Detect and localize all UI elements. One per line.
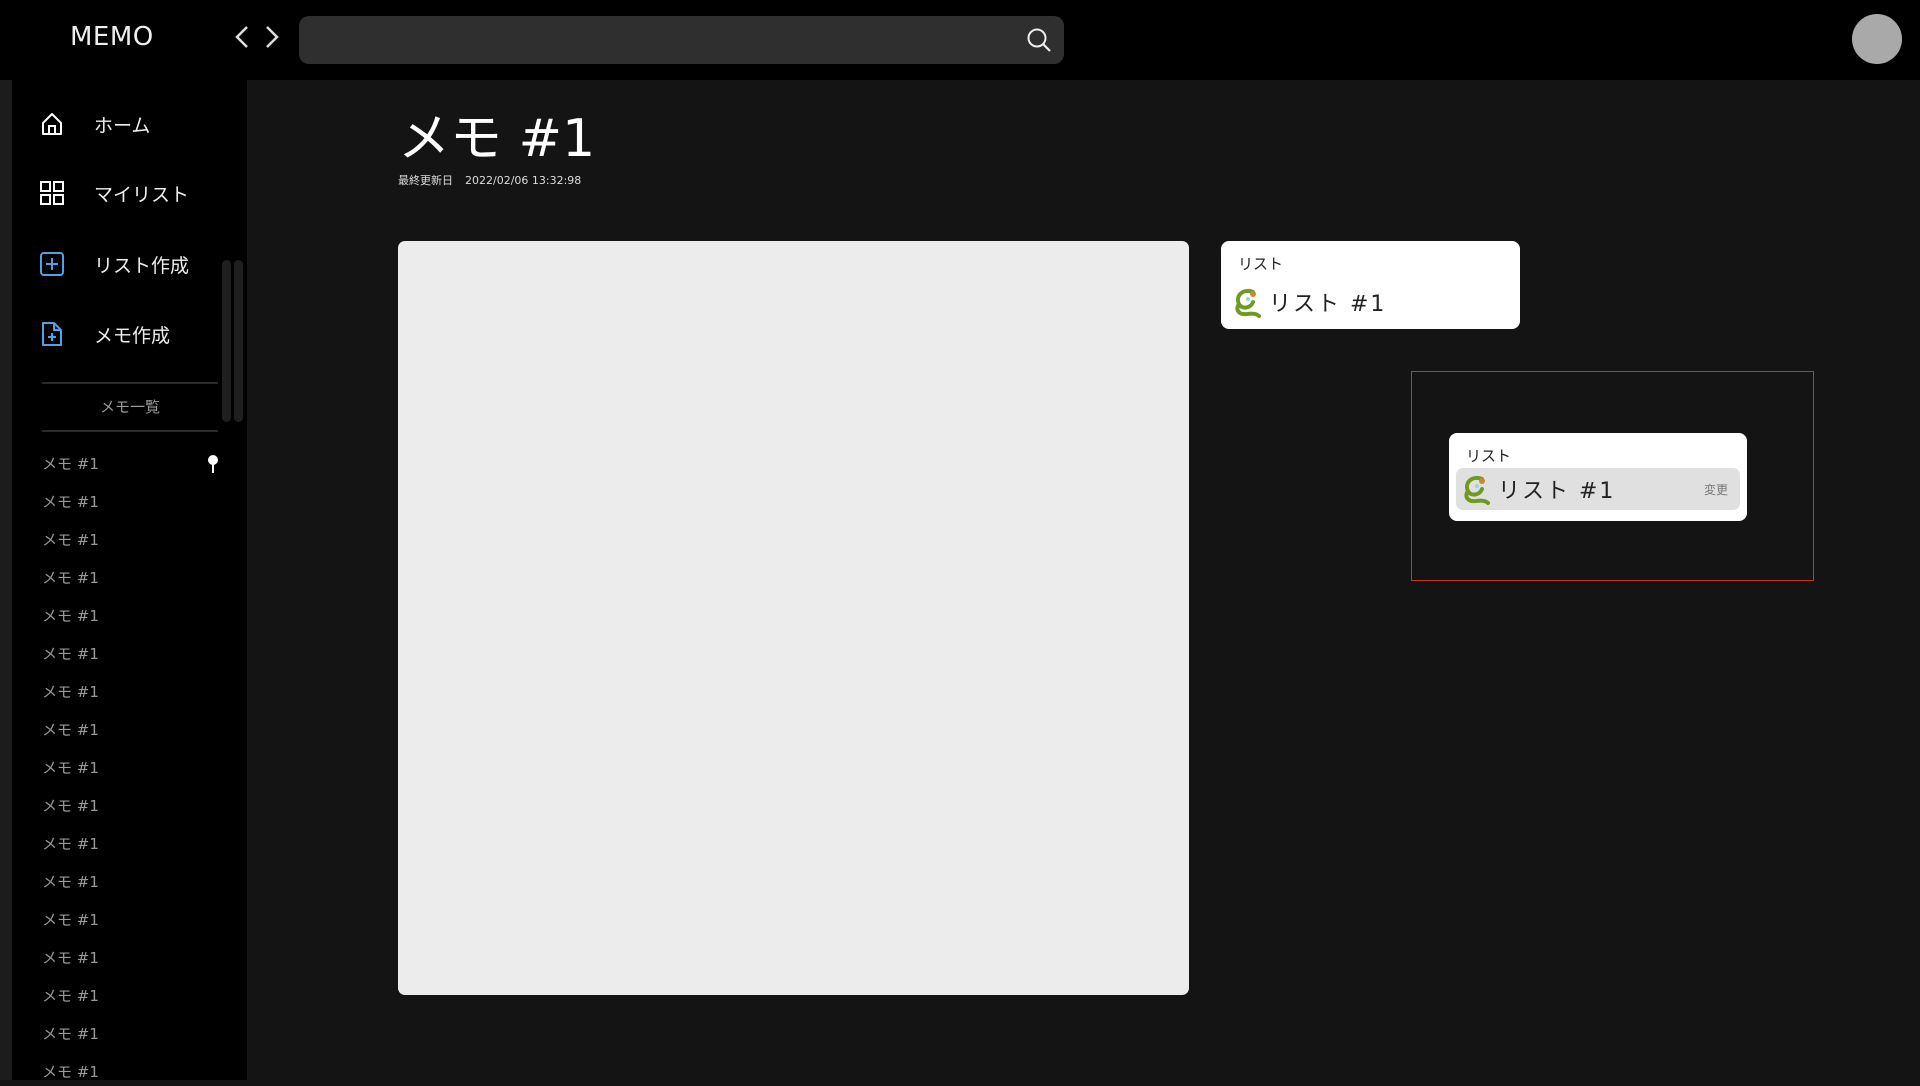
last-updated-label: 最終更新日 [398,174,453,187]
memo-list-item[interactable]: メモ #1 [42,562,222,592]
memo-list-item-label: メモ #1 [42,644,99,663]
memo-list-item-label: メモ #1 [42,530,99,549]
memo-list-item-label: メモ #1 [42,986,99,1005]
memo-list-item-label: メモ #1 [42,682,99,701]
avatar[interactable] [1852,14,1902,64]
sidebar: ホーム マイリスト リスト作成 メモ作成 メモ一覧 メモ #1 メモ #1 メモ #… [12,80,247,1081]
home-icon [42,113,62,135]
memo-list-item[interactable]: メモ #1 [42,752,222,782]
divider [42,430,218,432]
memo-list-item-label: メモ #1 [42,872,99,891]
memo-list-item-label: メモ #1 [42,834,99,853]
sidebar-item-label: マイリスト [94,183,190,206]
dragon-icon [1235,289,1261,318]
memo-list-item-label: メモ #1 [42,1062,99,1081]
memo-list-item-label: メモ #1 [42,948,99,967]
memo-list-item-label: メモ #1 [42,720,99,739]
list-name: リスト #1 [1498,479,1616,504]
sidebar-item-label: メモ作成 [94,324,171,347]
page-title: メモ #1 [398,109,596,169]
list-card-editable: リスト リスト #1 変更 [1449,433,1747,521]
list-select[interactable]: リスト #1 変更 [1456,468,1740,510]
memo-list-item[interactable]: メモ #1 [42,1018,222,1048]
memo-list-item[interactable]: メモ #1 [42,448,222,478]
scrollbar[interactable] [234,260,243,422]
memo-list-item-label: メモ #1 [42,606,99,625]
memo-list-item[interactable]: メモ #1 [42,714,222,744]
list-card-label: リスト [1238,255,1284,273]
sidebar-item-home[interactable]: ホーム [38,104,150,144]
list-name: リスト #1 [1269,292,1387,317]
sidebar-item-create-memo[interactable]: メモ作成 [38,314,170,354]
memo-list-item[interactable]: メモ #1 [42,828,222,858]
memo-list-item-label: メモ #1 [42,1024,99,1043]
back-arrow-icon[interactable] [232,22,252,52]
change-list-button[interactable]: 変更 [1704,481,1728,498]
memo-list-item-label: メモ #1 [42,492,99,511]
scrollbar[interactable] [222,260,231,422]
memo-list-item[interactable]: メモ #1 [42,980,222,1010]
memo-list-item[interactable]: メモ #1 [42,942,222,972]
memo-list-item[interactable]: メモ #1 [42,638,222,668]
left-edge [0,80,12,1080]
last-updated: 最終更新日 2022/02/06 13:32:98 [398,172,581,188]
list-card[interactable]: リスト リスト #1 [1221,241,1520,329]
sidebar-item-mylist[interactable]: マイリスト [38,173,189,213]
memo-list-item[interactable]: メモ #1 [42,524,222,554]
last-updated-value: 2022/02/06 13:32:98 [465,174,582,187]
app-logo[interactable]: MEMO [70,22,154,52]
memo-list-item[interactable]: メモ #1 [42,1056,222,1086]
memo-editor[interactable] [398,241,1189,995]
divider [42,382,218,384]
memo-list-item[interactable]: メモ #1 [42,676,222,706]
sidebar-item-label: リスト作成 [94,254,190,277]
dragon-icon [1464,476,1490,505]
memo-list-item-label: メモ #1 [42,758,99,777]
forward-arrow-icon[interactable] [262,22,282,52]
file-plus-icon [42,322,62,346]
memo-list-item[interactable]: メモ #1 [42,600,222,630]
list-card-label: リスト [1466,447,1512,465]
grid-icon [40,181,64,205]
sidebar-item-label: ホーム [94,114,151,137]
memo-list-item-label: メモ #1 [42,910,99,929]
memo-list-item-label: メモ #1 [42,796,99,815]
search-input[interactable] [299,16,1064,64]
plus-square-icon [40,252,64,276]
memo-list-heading: メモ一覧 [99,398,160,416]
memo-list-item[interactable]: メモ #1 [42,790,222,820]
memo-list-item-label: メモ #1 [42,454,99,473]
search-icon[interactable] [1026,27,1052,53]
list-card-row: リスト #1 [1231,281,1510,323]
memo-list-item-label: メモ #1 [42,568,99,587]
top-bar: MEMO [0,0,1920,80]
sidebar-item-create-list[interactable]: リスト作成 [38,244,189,284]
memo-list-item[interactable]: メモ #1 [42,486,222,516]
pin-icon[interactable] [206,454,220,474]
memo-list-item[interactable]: メモ #1 [42,866,222,896]
memo-list-item[interactable]: メモ #1 [42,904,222,934]
